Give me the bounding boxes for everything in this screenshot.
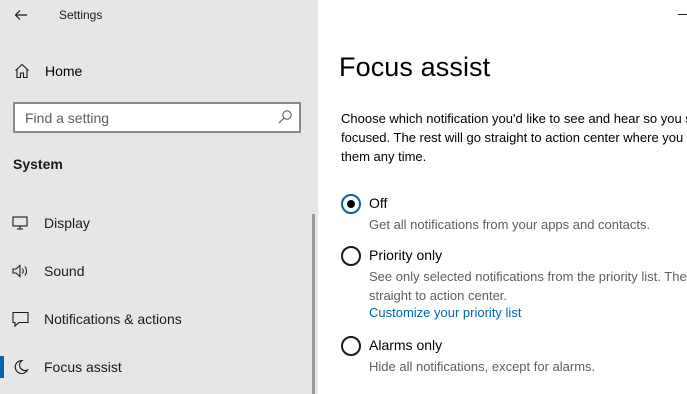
sidebar-item-label: Sound <box>44 263 85 279</box>
radio-description: Get all notifications from your apps and… <box>369 217 651 232</box>
minimize-icon[interactable] <box>678 14 687 15</box>
search-icon[interactable] <box>277 109 293 125</box>
notification-icon <box>12 311 29 328</box>
sidebar-scrollbar[interactable] <box>312 214 315 394</box>
home-icon <box>15 63 29 79</box>
main-content: Focus assist Choose which notification y… <box>318 0 687 394</box>
radio-label: Alarms only <box>369 337 443 353</box>
display-icon <box>12 216 28 230</box>
radio-button[interactable] <box>341 336 361 356</box>
search-box[interactable] <box>13 102 301 133</box>
sidebar-item-notifications[interactable]: Notifications & actions <box>0 302 318 336</box>
search-input[interactable] <box>15 104 267 131</box>
moon-icon <box>14 359 29 374</box>
sidebar-item-display[interactable]: Display <box>0 206 318 240</box>
page-description: Choose which notification you'd like to … <box>341 111 687 164</box>
section-title: System <box>13 156 63 172</box>
sidebar: Settings Home System Display Sound <box>0 0 318 394</box>
back-button[interactable] <box>8 2 34 28</box>
radio-description: See only selected notifications from the… <box>369 269 687 303</box>
app-title: Settings <box>59 8 103 22</box>
sidebar-item-label: Notifications & actions <box>44 311 182 327</box>
sidebar-item-focus-assist[interactable]: Focus assist <box>0 350 318 384</box>
sidebar-item-sound[interactable]: Sound <box>0 254 318 288</box>
radio-button[interactable] <box>341 246 361 266</box>
radio-label: Priority only <box>369 247 443 263</box>
customize-priority-list-link[interactable]: Customize your priority list <box>369 305 521 320</box>
speaker-icon <box>12 264 28 278</box>
sidebar-item-label: Focus assist <box>44 359 122 375</box>
radio-description: Hide all notifications, except for alarm… <box>369 359 596 374</box>
sidebar-item-label: Home <box>45 63 83 79</box>
radio-button[interactable] <box>341 194 361 214</box>
page-title: Focus assist <box>339 52 491 82</box>
radio-label: Off <box>369 195 388 211</box>
title-bar: Settings <box>0 0 318 32</box>
sidebar-item-home[interactable]: Home <box>0 56 318 88</box>
back-arrow-icon <box>14 10 27 20</box>
sidebar-item-label: Display <box>44 215 90 231</box>
